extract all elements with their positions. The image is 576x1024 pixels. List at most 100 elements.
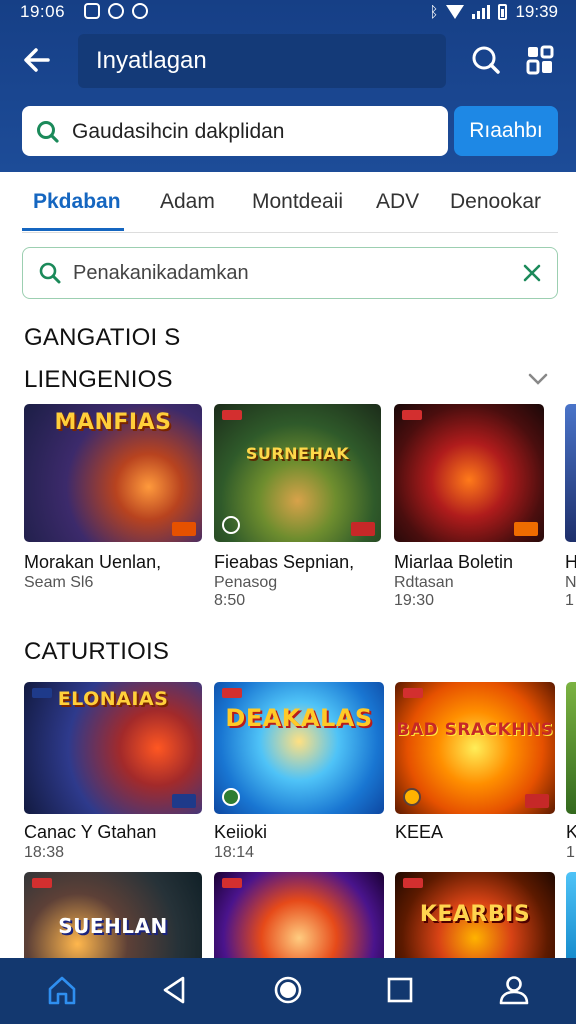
- battery-icon: [498, 4, 508, 20]
- game-card[interactable]: Miarlaa Boletin Rdtasan 19:30: [394, 404, 572, 614]
- game-time: 1: [565, 592, 574, 609]
- chevron-down-icon[interactable]: [526, 370, 550, 388]
- grid-menu-button[interactable]: [520, 40, 560, 80]
- search-input-label: Gaudasihcin dakplidan: [72, 120, 285, 143]
- game-time: 8:50: [214, 592, 246, 609]
- game-time: 1: [566, 844, 575, 861]
- search-icon: [39, 262, 61, 284]
- label-tag: [222, 410, 242, 420]
- game-thumbnail: KEARBIS: [395, 872, 555, 958]
- game-meta: Rdtasan: [394, 574, 454, 591]
- rating-badge: [172, 794, 196, 808]
- label-tag: [222, 688, 242, 698]
- bluetooth-icon: ᛒ: [429, 3, 439, 21]
- game-meta: Penasog: [214, 574, 278, 591]
- game-art-title: DEAKALAS: [225, 704, 373, 732]
- game-time: 18:14: [214, 844, 255, 861]
- section-title: CATURTIOIS: [24, 638, 170, 665]
- clear-icon[interactable]: [519, 260, 545, 286]
- game-meta: Seam Sl6: [24, 574, 94, 591]
- back-icon[interactable]: [156, 972, 192, 1008]
- tab-bar: Pkdaban Adam Montdeaii ADV Denookar: [0, 176, 576, 234]
- status-bar: 19:06 ᛒ 19:39: [0, 0, 576, 26]
- game-card[interactable]: [566, 872, 576, 958]
- status-time-left: 19:06: [20, 2, 66, 21]
- header-search-button[interactable]: [466, 40, 506, 80]
- filter-input[interactable]: Penakanikadamkan: [22, 247, 558, 299]
- game-name: Fieabas Sepnian,: [214, 552, 355, 572]
- grid-icon: [526, 45, 554, 75]
- label-tag: [222, 878, 242, 888]
- game-card[interactable]: SUEHLAN: [24, 872, 202, 958]
- badge-icon: [403, 788, 421, 806]
- search-input[interactable]: Gaudasihcin dakplidan: [22, 106, 448, 156]
- game-time: 19:30: [394, 592, 435, 609]
- game-thumbnail: MANFIAS: [24, 404, 202, 542]
- tab-denookar[interactable]: Denookar: [450, 190, 541, 214]
- game-card[interactable]: H N 1: [565, 404, 576, 614]
- game-thumbnail: [566, 872, 576, 958]
- label-tag: [403, 878, 423, 888]
- game-card[interactable]: DEAKALAS Keiioki 18:14: [214, 682, 392, 862]
- circle-home-icon[interactable]: [270, 972, 306, 1008]
- rating-badge: [514, 522, 538, 536]
- game-thumbnail: BAD SRACKHNS: [395, 682, 555, 814]
- game-time: 18:38: [24, 844, 65, 861]
- search-button[interactable]: Rıaahbı: [454, 106, 558, 156]
- game-thumbnail: SUEHLAN: [24, 872, 202, 958]
- game-card[interactable]: BAD SRACKHNS KEEA: [395, 682, 573, 862]
- badge-icon: [222, 788, 240, 806]
- arrow-left-icon: [24, 48, 50, 72]
- notification-link-icon: [132, 3, 148, 19]
- game-art-title: MANFIAS: [54, 410, 172, 435]
- game-thumbnail: [394, 404, 544, 542]
- game-name: Miarlaa Boletin: [394, 552, 514, 572]
- section-subtitle: LIENGENIOS: [24, 366, 173, 393]
- game-art-title: ELONAIAS: [57, 688, 169, 710]
- status-time-right: 19:39: [515, 2, 558, 21]
- rating-badge: [525, 794, 549, 808]
- game-thumbnail: SURNEHAK: [214, 404, 381, 542]
- tab-adv[interactable]: ADV: [376, 190, 419, 214]
- game-art-title: SURNEHAK: [245, 444, 350, 463]
- wifi-icon: [446, 5, 465, 19]
- status-right: ᛒ 19:39: [429, 2, 558, 22]
- signal-icon: [472, 5, 491, 19]
- game-meta: N: [565, 574, 576, 591]
- game-card[interactable]: MANFIAS Morakan Uenlan, Seam Sl6: [24, 404, 202, 614]
- game-art-title: BAD SRACKHNS: [396, 720, 554, 740]
- search-icon: [472, 46, 500, 74]
- bottom-navigation-bar: [0, 958, 576, 1024]
- game-thumbnail: [566, 682, 576, 814]
- app-header: 19:06 ᛒ 19:39 Inyatlagan Gaudasihcin dak…: [0, 0, 576, 172]
- notification-app-icon: [84, 3, 100, 19]
- game-card[interactable]: ELONAIAS Canac Y Gtahan 18:38: [24, 682, 202, 862]
- tab-adam[interactable]: Adam: [160, 190, 215, 214]
- tab-pkdaban[interactable]: Pkdaban: [33, 190, 121, 214]
- label-tag: [403, 688, 423, 698]
- game-thumbnail: DEAKALAS: [214, 682, 384, 814]
- badge-icon: [222, 516, 240, 534]
- square-recents-icon[interactable]: [382, 972, 418, 1008]
- game-name: KEEA: [395, 822, 444, 842]
- profile-icon[interactable]: [496, 972, 532, 1008]
- game-name: Keiioki: [214, 822, 268, 842]
- game-card[interactable]: K 1: [566, 682, 576, 862]
- game-card[interactable]: SURNEHAK Fieabas Sepnian, Penasog 8:50: [214, 404, 392, 614]
- home-icon[interactable]: [44, 972, 80, 1008]
- back-button[interactable]: [18, 40, 58, 80]
- rating-badge: [351, 522, 375, 536]
- game-card[interactable]: KEARBIS: [395, 872, 573, 958]
- tab-montdeaii[interactable]: Montdeaii: [252, 190, 343, 214]
- search-icon: [37, 121, 59, 143]
- game-thumbnail: [214, 872, 384, 958]
- game-name: Canac Y Gtahan: [24, 822, 157, 842]
- game-art-title: SUEHLAN: [58, 914, 168, 938]
- game-card[interactable]: [214, 872, 392, 958]
- game-name: K: [566, 822, 576, 842]
- notification-sync-icon: [108, 3, 124, 19]
- active-tab-indicator: [22, 228, 124, 231]
- section-title: GANGATIOI S: [24, 324, 181, 351]
- page-title: Inyatlagan: [78, 34, 446, 88]
- game-thumbnail: ELONAIAS: [24, 682, 202, 814]
